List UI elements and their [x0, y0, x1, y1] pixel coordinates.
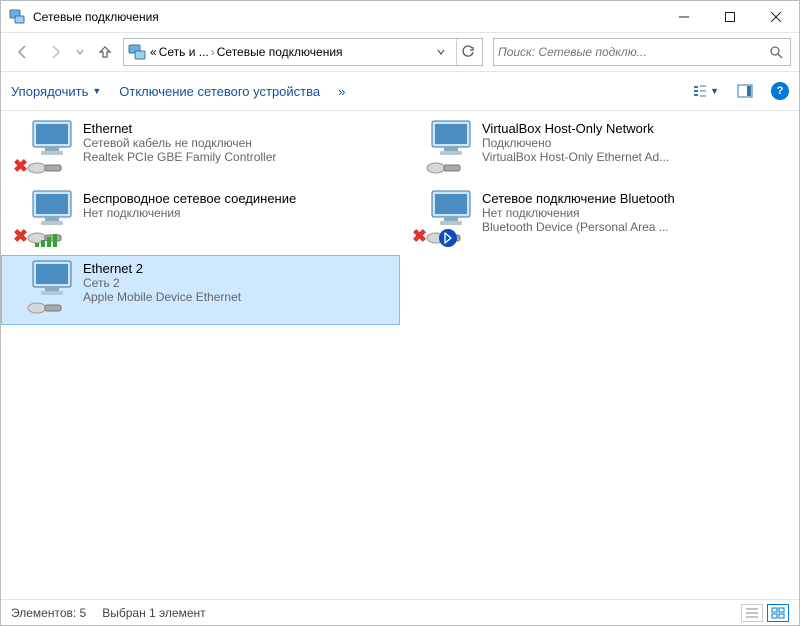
search-icon[interactable] [766, 45, 786, 59]
connection-status: Нет подключения [482, 206, 675, 220]
status-selected-count: Выбран 1 элемент [102, 606, 205, 620]
view-details-button[interactable] [741, 604, 763, 622]
connection-status: Подключено [482, 136, 669, 150]
search-box[interactable] [493, 38, 791, 66]
view-tiles-button[interactable] [767, 604, 789, 622]
breadcrumb[interactable]: « Сеть и ... › Сетевые подключения [150, 45, 426, 59]
app-icon [9, 9, 25, 25]
breadcrumb-root: « [150, 45, 157, 59]
breadcrumb-sep-icon: › [211, 45, 215, 59]
nav-up-button[interactable] [91, 38, 119, 66]
breadcrumb-current[interactable]: Сетевые подключения [217, 45, 343, 59]
toolbar-overflow[interactable]: » [338, 84, 345, 99]
connection-item[interactable]: ✖ Сетевое подключение Bluetooth Нет подк… [400, 185, 799, 255]
organize-label: Упорядочить [11, 84, 88, 99]
disable-device-button[interactable]: Отключение сетевого устройства [119, 84, 320, 99]
address-bar[interactable]: « Сеть и ... › Сетевые подключения [123, 38, 483, 66]
connection-title: Ethernet [83, 121, 276, 136]
toolbar: Упорядочить ▼ Отключение сетевого устрой… [1, 71, 799, 111]
connection-title: Сетевое подключение Bluetooth [482, 191, 675, 206]
nav-recent-dropdown[interactable] [73, 38, 87, 66]
connection-item[interactable]: Ethernet 2 Сеть 2 Apple Mobile Device Et… [1, 255, 400, 325]
refresh-button[interactable] [456, 39, 478, 65]
address-history-dropdown[interactable] [430, 39, 452, 65]
connection-title: VirtualBox Host-Only Network [482, 121, 669, 136]
address-icon [128, 43, 146, 61]
nav-forward-button[interactable] [41, 38, 69, 66]
breadcrumb-primary[interactable]: Сеть и ... [159, 45, 209, 59]
connection-icon [412, 119, 474, 175]
connection-item[interactable]: ✖ Ethernet Сетевой кабель не подключен R… [1, 115, 400, 185]
error-overlay-icon: ✖ [13, 226, 28, 247]
error-overlay-icon: ✖ [13, 156, 28, 177]
status-bar: Элементов: 5 Выбран 1 элемент [1, 599, 799, 625]
connection-item[interactable]: VirtualBox Host-Only Network Подключено … [400, 115, 799, 185]
connection-title: Ethernet 2 [83, 261, 241, 276]
connection-status: Сеть 2 [83, 276, 241, 290]
status-element-count: Элементов: 5 [11, 606, 86, 620]
connection-subtitle: Realtek PCIe GBE Family Controller [83, 150, 276, 164]
maximize-button[interactable] [707, 2, 753, 32]
minimize-button[interactable] [661, 2, 707, 32]
window-title: Сетевые подключения [33, 10, 159, 24]
connection-icon: ✖ [13, 189, 75, 245]
nav-back-button[interactable] [9, 38, 37, 66]
disable-device-label: Отключение сетевого устройства [119, 84, 320, 99]
connection-subtitle: Bluetooth Device (Personal Area ... [482, 220, 675, 234]
connection-title: Беспроводное сетевое соединение [83, 191, 296, 206]
caret-down-icon: ▼ [92, 86, 101, 96]
connection-item[interactable]: ✖ Беспроводное сетевое соединение Нет по… [1, 185, 400, 255]
connection-status: Нет подключения [83, 206, 296, 220]
help-button[interactable]: ? [771, 82, 789, 100]
search-input[interactable] [498, 45, 766, 59]
connection-list: ✖ Ethernet Сетевой кабель не подключен R… [1, 111, 799, 599]
navigation-bar: « Сеть и ... › Сетевые подключения [1, 33, 799, 71]
connection-status: Сетевой кабель не подключен [83, 136, 276, 150]
close-button[interactable] [753, 2, 799, 32]
error-overlay-icon: ✖ [412, 226, 427, 247]
view-options-button[interactable]: ▼ [692, 83, 719, 99]
organize-menu[interactable]: Упорядочить ▼ [11, 84, 101, 99]
connection-icon: ✖ [412, 189, 474, 245]
connection-subtitle: VirtualBox Host-Only Ethernet Ad... [482, 150, 669, 164]
signal-overlay-icon [35, 234, 57, 247]
connection-subtitle: Apple Mobile Device Ethernet [83, 290, 241, 304]
preview-pane-button[interactable] [737, 83, 753, 99]
connection-icon: ✖ [13, 119, 75, 175]
titlebar: Сетевые подключения [1, 1, 799, 33]
connection-icon [13, 259, 75, 315]
